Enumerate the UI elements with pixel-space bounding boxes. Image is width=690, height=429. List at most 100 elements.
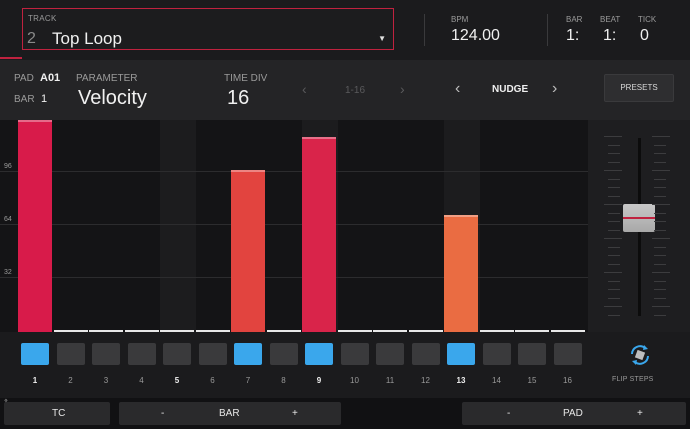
step-button-8[interactable] xyxy=(269,343,298,365)
parameter-value[interactable]: Velocity xyxy=(78,87,147,110)
step-button-14[interactable] xyxy=(482,343,511,365)
step-number: 11 xyxy=(385,376,395,385)
step-button-11[interactable] xyxy=(376,343,404,365)
slider-tick xyxy=(608,153,620,154)
track-selector[interactable]: TRACK 2 Top Loop ▼ xyxy=(22,8,394,50)
velocity-bar-step-7[interactable] xyxy=(231,170,265,332)
flip-steps-icon[interactable] xyxy=(627,342,653,368)
slider-tick xyxy=(608,195,620,197)
slider-tick xyxy=(608,314,620,316)
slider-tick xyxy=(604,238,622,239)
slider-tick xyxy=(654,263,666,265)
slider-tick xyxy=(604,136,622,137)
step-number: 12 xyxy=(421,376,430,385)
step-button-7[interactable] xyxy=(234,343,262,365)
step-number: 16 xyxy=(563,376,572,385)
bar-stepper[interactable]: - BAR + xyxy=(119,402,341,425)
step-number: 5 xyxy=(174,376,180,385)
bar-plus-button[interactable]: + xyxy=(292,408,298,419)
flip-steps-label: FLIP STEPS xyxy=(612,376,654,383)
bar-param-value[interactable]: 1 xyxy=(41,93,47,105)
tc-button[interactable]: TC xyxy=(4,402,110,425)
slider-thumb[interactable] xyxy=(623,204,655,232)
tick-value[interactable]: 0 xyxy=(640,27,649,45)
slider-tick xyxy=(654,195,666,197)
slider-tick xyxy=(608,161,620,163)
step-number: 1 xyxy=(32,376,38,385)
slider-tick xyxy=(604,170,622,171)
step-row: FLIP STEPS 1 2 3 4 5 6 7 8 9 10 11 12 13 14 15 16 xyxy=(0,332,690,398)
bar-minus-button[interactable]: - xyxy=(161,408,164,419)
divider xyxy=(424,14,425,46)
nudge-left-icon[interactable]: ‹ xyxy=(455,80,460,98)
step-button-2[interactable] xyxy=(56,343,85,365)
step-number: 9 xyxy=(316,376,322,385)
slider-tick xyxy=(652,238,670,239)
timediv-value[interactable]: 16 xyxy=(227,87,249,110)
track-number: 2 xyxy=(27,30,36,47)
step-button-4[interactable] xyxy=(127,343,156,365)
gridline xyxy=(0,277,588,278)
step-button-3[interactable] xyxy=(92,343,120,365)
presets-button[interactable]: PRESETS xyxy=(604,74,674,102)
step-number: 14 xyxy=(492,376,501,385)
pad-plus-button[interactable]: + xyxy=(637,408,643,419)
velocity-bar-step-13[interactable] xyxy=(444,215,478,332)
y-tick-label: 32 xyxy=(4,269,12,276)
step-button-6[interactable] xyxy=(198,343,227,365)
slider-tick xyxy=(652,272,670,273)
slider-tick xyxy=(608,229,620,231)
slider-tick xyxy=(604,204,622,205)
step-button-12[interactable] xyxy=(411,343,440,365)
range-next-icon[interactable]: › xyxy=(400,81,405,97)
bar-stepper-label: BAR xyxy=(219,408,240,419)
slider-tick xyxy=(608,255,620,256)
step-number: 10 xyxy=(350,376,359,385)
nudge-right-icon[interactable]: › xyxy=(552,80,557,98)
step-button-16[interactable] xyxy=(553,343,582,365)
slider-tick xyxy=(608,178,620,180)
slider-tick xyxy=(604,272,622,273)
slider-tick xyxy=(654,144,666,146)
step-number: 7 xyxy=(245,376,251,385)
beat-label: BEAT xyxy=(600,15,621,24)
step-button-10[interactable] xyxy=(340,343,369,365)
track-label: TRACK xyxy=(28,14,57,23)
step-button-9[interactable] xyxy=(305,343,333,365)
bar-label: BAR xyxy=(566,15,583,24)
velocity-bar-step-9[interactable] xyxy=(302,137,336,332)
step-number: 2 xyxy=(68,376,73,385)
pad-stepper[interactable]: - PAD + xyxy=(462,402,686,425)
step-number: 8 xyxy=(281,376,286,385)
slider-tick xyxy=(654,255,666,256)
bpm-label: BPM xyxy=(451,15,469,24)
velocity-graph[interactable]: 96 64 32 xyxy=(0,120,588,332)
slider-tick xyxy=(652,306,670,307)
step-number: 15 xyxy=(527,376,537,385)
pad-minus-button[interactable]: - xyxy=(507,408,510,419)
parameter-label: PARAMETER xyxy=(76,73,138,84)
slider-tick xyxy=(654,229,666,231)
pad-value[interactable]: A01 xyxy=(40,72,60,84)
beat-value[interactable]: 1: xyxy=(603,27,616,45)
gridline xyxy=(0,171,588,172)
range-prev-icon[interactable]: ‹ xyxy=(302,81,307,97)
slider-tick xyxy=(654,161,666,163)
velocity-bar-step-1[interactable] xyxy=(18,120,52,332)
slider-tick xyxy=(608,246,620,248)
step-button-13[interactable] xyxy=(447,343,475,365)
gridline xyxy=(0,224,588,225)
bar-value[interactable]: 1: xyxy=(566,27,579,45)
slider-tick xyxy=(654,280,666,282)
slider-tick xyxy=(608,297,620,299)
tick-label: TICK xyxy=(638,15,657,24)
step-button-1[interactable] xyxy=(21,343,49,365)
step-button-15[interactable] xyxy=(518,343,546,365)
y-tick-label: 96 xyxy=(4,163,12,170)
value-slider-panel xyxy=(588,120,690,332)
divider xyxy=(547,14,548,46)
step-button-5[interactable] xyxy=(163,343,191,365)
bpm-value[interactable]: 124.00 xyxy=(451,27,500,45)
slider-tick xyxy=(608,289,620,290)
slider-tick xyxy=(652,136,670,137)
